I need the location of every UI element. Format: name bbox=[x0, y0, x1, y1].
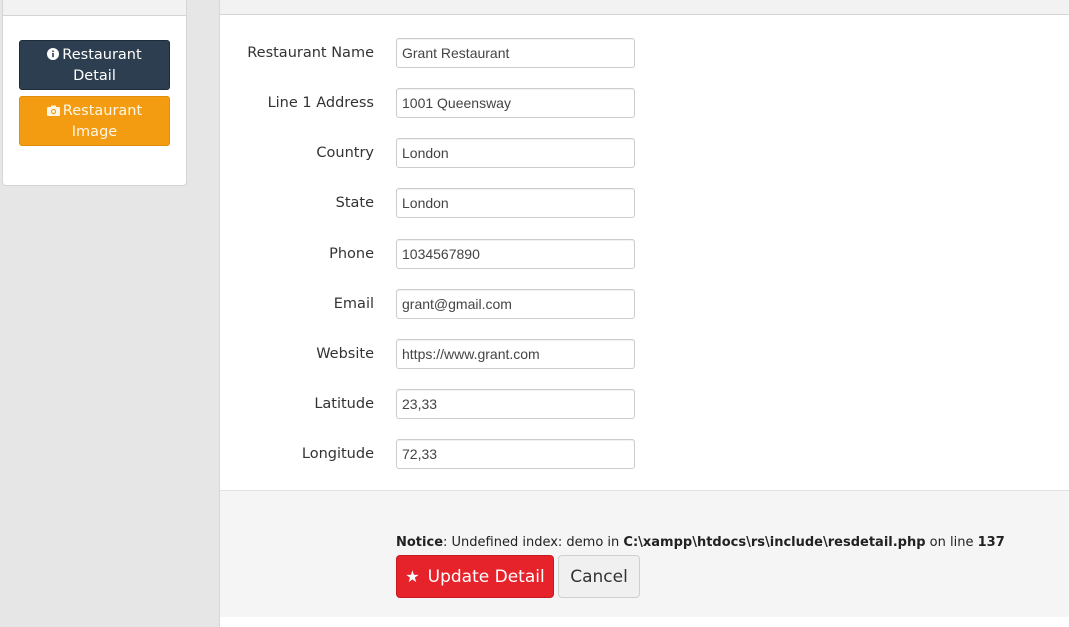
restaurant-detail-label: Restaurant Detail bbox=[62, 46, 142, 84]
country-input[interactable] bbox=[396, 138, 635, 168]
restaurant-name-input[interactable] bbox=[396, 38, 635, 68]
state-input[interactable] bbox=[396, 188, 635, 218]
website-input[interactable] bbox=[396, 339, 635, 369]
notice-line-number: 137 bbox=[977, 535, 1005, 550]
email-input[interactable] bbox=[396, 289, 635, 319]
website-label: Website bbox=[316, 346, 374, 362]
restaurant-name-label: Restaurant Name bbox=[247, 45, 374, 61]
info-circle-icon bbox=[47, 46, 60, 66]
longitude-label: Longitude bbox=[301, 446, 374, 462]
form-row-country: Country bbox=[220, 138, 1069, 168]
star-icon: ★ bbox=[405, 567, 420, 586]
country-label: Country bbox=[316, 145, 374, 161]
latitude-input[interactable] bbox=[396, 389, 635, 419]
form-row-email: Email bbox=[220, 289, 1069, 319]
main-header-strip bbox=[220, 0, 1069, 15]
bottom-strip bbox=[220, 617, 1069, 627]
restaurant-image-button[interactable]: Restaurant Image bbox=[19, 96, 170, 146]
form-row-website: Website bbox=[220, 339, 1069, 369]
form-row-state: State bbox=[220, 188, 1069, 218]
form-actions-area: Notice: Undefined index: demo in C:\xamp… bbox=[220, 490, 1069, 617]
update-detail-button[interactable]: ★ Update Detail bbox=[396, 555, 554, 598]
sidebar-panel: Restaurant Detail Restaurant Image bbox=[2, 0, 187, 186]
php-notice: Notice: Undefined index: demo in C:\xamp… bbox=[396, 535, 1005, 550]
sidebar-panel-header bbox=[3, 0, 186, 16]
latitude-label: Latitude bbox=[314, 396, 374, 412]
cancel-button[interactable]: Cancel bbox=[558, 555, 640, 598]
main-content: Restaurant Name Line 1 Address Country S… bbox=[219, 0, 1069, 627]
form-row-longitude: Longitude bbox=[220, 439, 1069, 469]
form-row-phone: Phone bbox=[220, 239, 1069, 269]
restaurant-image-label: Restaurant Image bbox=[62, 102, 143, 140]
address-input[interactable] bbox=[396, 88, 635, 118]
notice-line-text: on line bbox=[925, 535, 978, 550]
address-label: Line 1 Address bbox=[267, 95, 374, 111]
restaurant-detail-button[interactable]: Restaurant Detail bbox=[19, 40, 170, 90]
cancel-label: Cancel bbox=[570, 566, 628, 587]
state-label: State bbox=[335, 195, 374, 211]
phone-input[interactable] bbox=[396, 239, 635, 269]
notice-path: C:\xampp\htdocs\rs\include\resdetail.php bbox=[623, 535, 926, 550]
email-label: Email bbox=[333, 296, 374, 312]
form-row-restaurant-name: Restaurant Name bbox=[220, 38, 1069, 68]
form-row-address: Line 1 Address bbox=[220, 88, 1069, 118]
notice-prefix: Notice bbox=[396, 535, 444, 550]
update-detail-label: Update Detail bbox=[427, 566, 545, 587]
camera-icon bbox=[46, 102, 60, 122]
form-row-latitude: Latitude bbox=[220, 389, 1069, 419]
phone-label: Phone bbox=[329, 246, 374, 262]
notice-message: : Undefined index: demo in bbox=[443, 535, 624, 550]
longitude-input[interactable] bbox=[396, 439, 635, 469]
